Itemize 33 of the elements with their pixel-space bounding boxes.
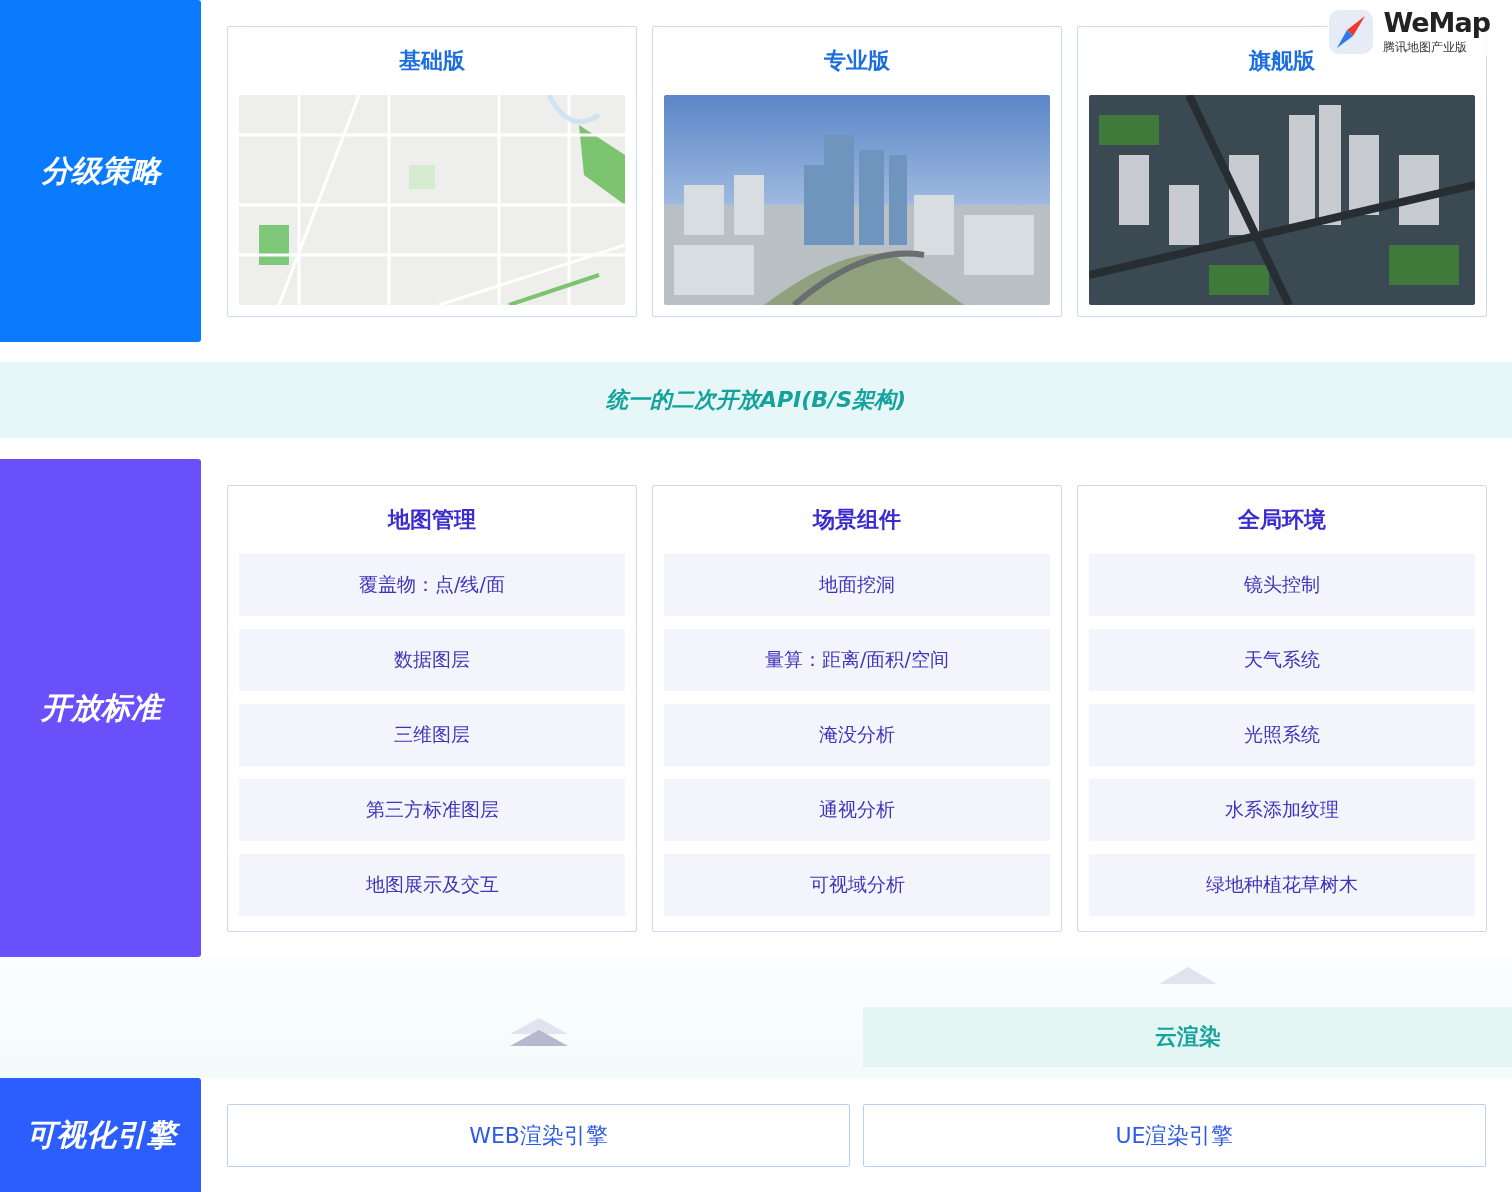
logo-subtitle: 腾讯地图产业版 bbox=[1383, 38, 1469, 56]
feature-item: 可视域分析 bbox=[664, 854, 1050, 916]
feature-item: 水系添加纹理 bbox=[1089, 779, 1475, 841]
up-arrow-icon bbox=[509, 1018, 568, 1048]
strategy-label: 分级策略 bbox=[0, 0, 201, 342]
feature-item: 数据图层 bbox=[239, 629, 625, 691]
api-label: 统一的二次开放API(B/S架构) bbox=[605, 386, 907, 414]
engine-label: 可视化引擎 bbox=[0, 1078, 201, 1192]
feature-item: 绿地种植花草树木 bbox=[1089, 854, 1475, 916]
feature-card-title: 场景组件 bbox=[813, 506, 901, 534]
feature-item: 覆盖物：点/线/面 bbox=[239, 554, 625, 616]
feature-item: 光照系统 bbox=[1089, 704, 1475, 766]
feature-card-title: 地图管理 bbox=[388, 506, 476, 534]
standards-label: 开放标准 bbox=[0, 459, 201, 957]
engine-box: UE渲染引擎 bbox=[863, 1104, 1486, 1167]
feature-item: 地图展示及交互 bbox=[239, 854, 625, 916]
up-arrow-icon bbox=[1158, 967, 1217, 985]
feature-item: 第三方标准图层 bbox=[239, 779, 625, 841]
logo-name: WeMap bbox=[1383, 8, 1490, 36]
feature-item: 淹没分析 bbox=[664, 704, 1050, 766]
cloud-render-bar: 云渲染 bbox=[863, 1007, 1512, 1067]
feature-item: 镜头控制 bbox=[1089, 554, 1475, 616]
edition-title: 旗舰版 bbox=[1249, 47, 1315, 75]
feature-card-title: 全局环境 bbox=[1238, 506, 1326, 534]
edition-title: 专业版 bbox=[824, 47, 890, 75]
feature-item: 地面挖洞 bbox=[664, 554, 1050, 616]
feature-item: 三维图层 bbox=[239, 704, 625, 766]
edition-title: 基础版 bbox=[399, 47, 465, 75]
feature-item: 天气系统 bbox=[1089, 629, 1475, 691]
feature-item: 量算：距离/面积/空间 bbox=[664, 629, 1050, 691]
engine-box: WEB渲染引擎 bbox=[227, 1104, 850, 1167]
feature-item: 通视分析 bbox=[664, 779, 1050, 841]
compass-logo-icon bbox=[1327, 8, 1376, 56]
